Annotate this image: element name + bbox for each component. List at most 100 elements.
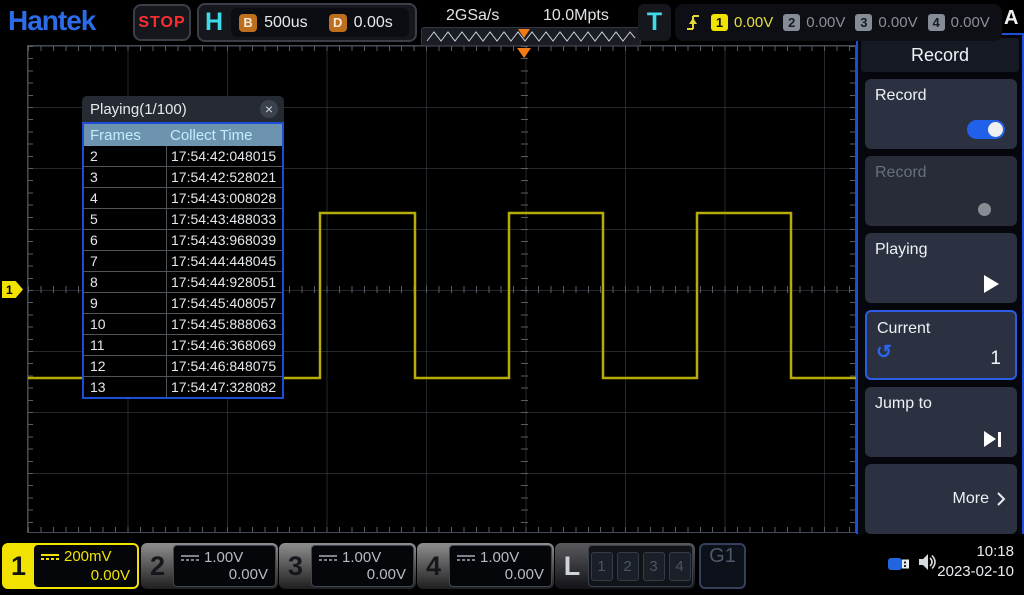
logic-label: L — [555, 543, 589, 589]
trigger-label: T — [647, 8, 662, 37]
frame-number: 7 — [84, 251, 167, 271]
collect-time: 17:54:45:888063 — [167, 316, 276, 332]
channel3-panel: 1.00V 0.00V — [311, 545, 414, 587]
menu-item-label: Playing — [875, 241, 927, 258]
popup-title-bar[interactable]: Playing(1/100) × — [82, 96, 284, 122]
menu-item-record-toggle[interactable]: Record — [865, 79, 1017, 149]
ch2-trigger-level: 0.00V — [806, 14, 845, 31]
menu-item-label: Record — [875, 164, 927, 181]
ch4-trigger-level: 0.00V — [951, 14, 990, 31]
frame-number: 10 — [84, 314, 167, 334]
logic-channels-tile[interactable]: L 1 2 3 4 — [555, 543, 695, 589]
channel1-offset: 0.00V — [41, 567, 130, 584]
table-row: 617:54:43:968039 — [84, 230, 282, 251]
table-row: 917:54:45:408057 — [84, 293, 282, 314]
delay-value: 0.00s — [354, 14, 393, 32]
table-row: 217:54:42:048015 — [84, 146, 282, 167]
menu-item-jump-to[interactable]: Jump to — [865, 387, 1017, 457]
ch1-level-marker[interactable]: 1 — [2, 281, 23, 298]
toggle-knob — [988, 122, 1003, 137]
frame-number: 3 — [84, 167, 167, 187]
ch1-trigger-level: 0.00V — [734, 14, 773, 31]
table-row: 517:54:43:488033 — [84, 209, 282, 230]
channel2-scale: 1.00V — [204, 549, 243, 566]
menu-item-label: Record — [875, 87, 927, 104]
collect-time: 17:54:43:488033 — [167, 211, 276, 227]
frames-table: Frames Collect Time 217:54:42:048015 317… — [82, 122, 284, 399]
ch1-badge: 1 — [711, 14, 728, 31]
logic-bits-panel: 1 2 3 4 — [588, 545, 693, 587]
channel2-number: 2 — [141, 543, 174, 589]
logic-bit-1: 1 — [591, 552, 613, 581]
record-menu-panel: Record Record Record Playing Current ↺ 1… — [856, 33, 1024, 541]
timebase-value: 500us — [264, 14, 308, 32]
table-row: 1017:54:45:888063 — [84, 314, 282, 335]
record-dot-icon — [978, 203, 991, 216]
dc-coupling-icon — [41, 554, 59, 560]
collect-time: 17:54:45:408057 — [167, 295, 276, 311]
memory-position-marker[interactable] — [518, 29, 530, 38]
generator-tile[interactable]: G1 — [699, 543, 746, 589]
channel2-panel: 1.00V 0.00V — [173, 545, 276, 587]
channel4-scale: 1.00V — [480, 549, 519, 566]
usb-device-icon — [888, 556, 914, 572]
loop-icon: ↺ — [876, 343, 892, 362]
collect-time: 17:54:47:328082 — [167, 379, 276, 395]
collect-time-column-header: Collect Time — [166, 127, 253, 144]
time: 10:18 — [937, 542, 1014, 562]
ch3-badge: 3 — [855, 14, 872, 31]
ch3-trigger-level: 0.00V — [878, 14, 917, 31]
trigger-ch1[interactable]: 1 0.00V — [711, 14, 773, 31]
channel1-tile[interactable]: 1 200mV 0.00V — [2, 543, 139, 589]
collect-time: 17:54:43:008028 — [167, 190, 276, 206]
channel3-offset: 0.00V — [319, 566, 406, 583]
table-row: 1317:54:47:328082 — [84, 377, 282, 397]
channel4-tile[interactable]: 4 1.00V 0.00V — [417, 543, 554, 589]
trigger-status-box[interactable]: 1 0.00V 2 0.00V 3 0.00V 4 0.00V — [675, 4, 1002, 41]
menu-item-record-start[interactable]: Record — [865, 156, 1017, 226]
channel1-number: 1 — [2, 543, 35, 589]
bottom-status-bar: 1 200mV 0.00V 2 1.00V 0.00V 3 1.00V 0.00… — [0, 534, 1024, 595]
horizontal-label: H — [205, 8, 223, 37]
close-icon[interactable]: × — [260, 100, 278, 118]
frame-number: 8 — [84, 272, 167, 292]
table-row: 317:54:42:528021 — [84, 167, 282, 188]
skip-bar — [998, 432, 1001, 447]
memory-position-bar[interactable] — [421, 27, 641, 46]
collect-time: 17:54:42:528021 — [167, 169, 276, 185]
frame-number: 9 — [84, 293, 167, 313]
channel1-scale: 200mV — [64, 548, 112, 565]
dc-coupling-icon — [181, 555, 199, 561]
dc-coupling-icon — [457, 555, 475, 561]
channel1-panel: 200mV 0.00V — [34, 545, 137, 587]
channel4-panel: 1.00V 0.00V — [449, 545, 552, 587]
acquire-mode-indicator: A — [1004, 7, 1018, 30]
table-row: 417:54:43:008028 — [84, 188, 282, 209]
trigger-ch2[interactable]: 2 0.00V — [783, 14, 845, 31]
trigger-ch4[interactable]: 4 0.00V — [928, 14, 990, 31]
record-toggle[interactable] — [967, 120, 1005, 139]
menu-item-more[interactable]: More — [865, 464, 1017, 534]
rising-edge-icon — [685, 13, 701, 33]
speaker-icon[interactable] — [918, 553, 938, 571]
channel3-number: 3 — [279, 543, 312, 589]
date: 2023-02-10 — [937, 562, 1014, 582]
trigger-menu-button[interactable]: T — [638, 4, 671, 41]
collect-time: 17:54:44:928051 — [167, 274, 276, 290]
channel4-number: 4 — [417, 543, 450, 589]
logic-bit-2: 2 — [617, 552, 639, 581]
trigger-ch3[interactable]: 3 0.00V — [855, 14, 917, 31]
table-row: 1217:54:46:848075 — [84, 356, 282, 377]
channel3-tile[interactable]: 3 1.00V 0.00V — [279, 543, 416, 589]
skip-to-end-icon — [984, 431, 1001, 447]
channel2-tile[interactable]: 2 1.00V 0.00V — [141, 543, 278, 589]
memory-wave-icon — [423, 29, 639, 44]
frame-number: 4 — [84, 188, 167, 208]
playing-frames-popup: Playing(1/100) × Frames Collect Time 217… — [82, 96, 284, 399]
menu-item-current[interactable]: Current ↺ 1 — [865, 310, 1017, 380]
logic-bit-4: 4 — [669, 552, 691, 581]
run-state-button[interactable]: STOP — [133, 4, 191, 41]
menu-item-playing[interactable]: Playing — [865, 233, 1017, 303]
chevron-right-icon — [996, 491, 1006, 507]
horizontal-settings[interactable]: H B 500us D 0.00s — [197, 3, 417, 42]
